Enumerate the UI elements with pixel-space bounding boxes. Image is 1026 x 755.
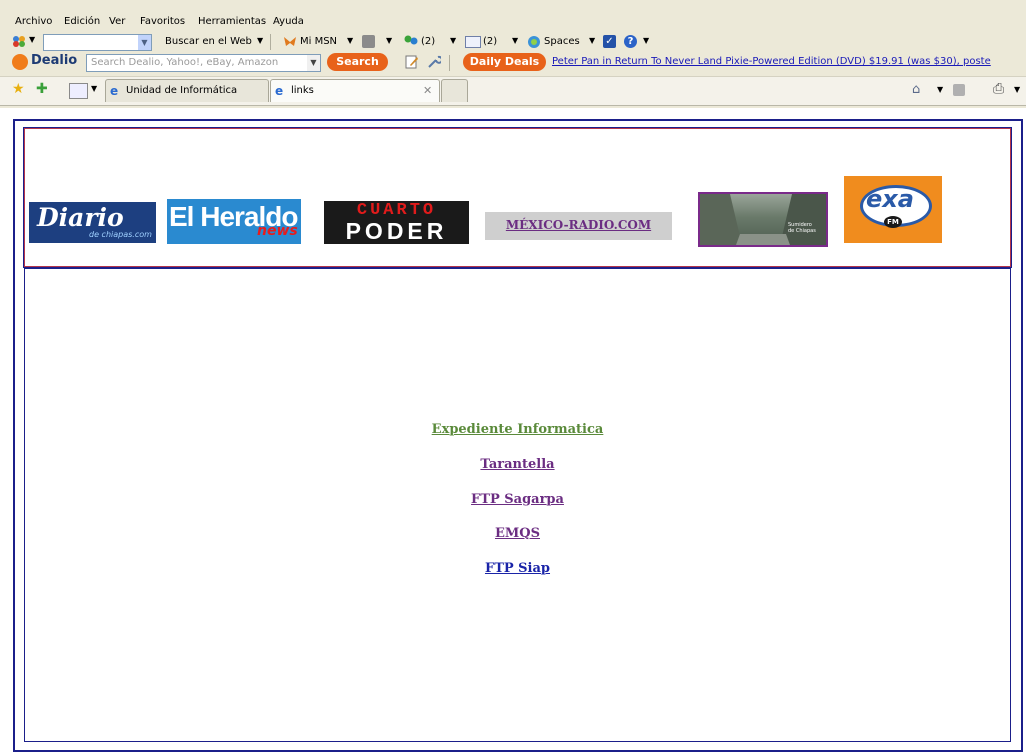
diario-logo-text: Diario bbox=[37, 203, 124, 232]
chevron-down-icon[interactable]: ▼ bbox=[138, 35, 151, 50]
chevron-down-icon[interactable]: ▼ bbox=[257, 36, 263, 45]
msn-toolbar: ▼ ▼ Buscar en el Web ▼ Mi MSN ▼ ▼ (2) ▼ … bbox=[0, 31, 1026, 53]
chevron-down-icon[interactable]: ▼ bbox=[91, 84, 97, 93]
help-icon[interactable]: ? bbox=[624, 35, 637, 48]
feeds-icon[interactable] bbox=[953, 84, 965, 96]
chevron-down-icon[interactable]: ▼ bbox=[643, 36, 649, 45]
logo-banner-frame: Diario de chiapas.com El Heraldo news CU… bbox=[23, 127, 1012, 268]
mexico-radio-link[interactable]: MÉXICO-RADIO.COM bbox=[485, 212, 672, 240]
browser-chrome: Archivo Edición Ver Favoritos Herramient… bbox=[0, 0, 1026, 108]
search-web-button[interactable]: Buscar en el Web bbox=[165, 36, 252, 47]
links-frame: Expediente Informatica Tarantella FTP Sa… bbox=[24, 268, 1011, 742]
menu-edicion[interactable]: Edición bbox=[64, 16, 100, 27]
link-ftp-siap[interactable]: FTP Siap bbox=[25, 561, 1010, 576]
add-favorites-icon[interactable]: ✚ bbox=[36, 81, 48, 97]
checkbox-icon[interactable]: ✓ bbox=[603, 35, 616, 48]
page-frame: Diario de chiapas.com El Heraldo news CU… bbox=[13, 119, 1023, 752]
chevron-down-icon[interactable]: ▼ bbox=[29, 35, 35, 44]
print-icon[interactable]: ⎙ bbox=[993, 81, 1004, 97]
tab-label: Unidad de Informática bbox=[126, 85, 238, 96]
dealio-search-placeholder: Search Dealio, Yahoo!, eBay, Amazon bbox=[91, 57, 279, 68]
tab-links[interactable]: e links ✕ bbox=[270, 79, 440, 102]
canyon-caption: Sumidero de Chiapas bbox=[788, 222, 816, 234]
mexico-radio-text: MÉXICO-RADIO.COM bbox=[505, 218, 652, 232]
new-tab-button[interactable] bbox=[441, 79, 468, 102]
link-expediente-informatica[interactable]: Expediente Informatica bbox=[25, 422, 1010, 437]
menu-bar: Archivo Edición Ver Favoritos Herramient… bbox=[0, 14, 1026, 31]
home-icon[interactable]: ⌂ bbox=[912, 82, 920, 97]
dealio-search-input[interactable]: Search Dealio, Yahoo!, eBay, Amazon ▼ bbox=[86, 54, 321, 72]
msn-butterfly-icon bbox=[283, 35, 297, 48]
chevron-down-icon[interactable]: ▼ bbox=[307, 55, 320, 71]
wrench-icon[interactable] bbox=[427, 55, 443, 69]
chevron-down-icon[interactable]: ▼ bbox=[589, 36, 595, 45]
toolbar-separator bbox=[270, 34, 271, 50]
contacts-count[interactable]: (2) bbox=[421, 36, 435, 47]
sumidero-canyon-image-link[interactable]: Sumidero de Chiapas bbox=[698, 192, 828, 247]
contacts-icon[interactable] bbox=[403, 34, 419, 49]
mail-icon[interactable] bbox=[465, 36, 481, 48]
el-heraldo-logo-link[interactable]: El Heraldo news bbox=[167, 199, 301, 244]
menu-herramientas[interactable]: Herramientas bbox=[198, 16, 266, 27]
canyon-photo bbox=[700, 194, 826, 245]
chevron-down-icon[interactable]: ▼ bbox=[347, 36, 353, 45]
menu-favoritos[interactable]: Favoritos bbox=[140, 16, 185, 27]
msn-search-combo[interactable]: ▼ bbox=[43, 34, 152, 51]
menu-ver[interactable]: Ver bbox=[109, 16, 125, 27]
chevron-down-icon[interactable]: ▼ bbox=[1014, 85, 1020, 94]
diario-logo-sub: de chiapas.com bbox=[89, 230, 152, 239]
chevron-down-icon[interactable]: ▼ bbox=[937, 85, 943, 94]
chevron-down-icon[interactable]: ▼ bbox=[386, 36, 392, 45]
quick-tabs-icon[interactable] bbox=[69, 83, 88, 99]
msn-butterfly-icon[interactable] bbox=[12, 34, 26, 48]
heraldo-logo-sub: news bbox=[257, 223, 298, 239]
spaces-button[interactable]: Spaces bbox=[544, 36, 580, 47]
toolbar-separator bbox=[449, 55, 450, 71]
menu-ayuda[interactable]: Ayuda bbox=[273, 16, 304, 27]
cuarto-poder-logo-link[interactable]: CUARTO PODER bbox=[324, 201, 469, 244]
dealio-toolbar: Dealio Search Dealio, Yahoo!, eBay, Amaz… bbox=[0, 52, 1026, 74]
favorites-star-icon[interactable]: ★ bbox=[12, 81, 25, 97]
tab-unidad-informatica[interactable]: e Unidad de Informática bbox=[105, 79, 269, 102]
menu-archivo[interactable]: Archivo bbox=[15, 16, 52, 27]
tab-label: links bbox=[291, 85, 314, 96]
chevron-down-icon[interactable]: ▼ bbox=[512, 36, 518, 45]
spaces-icon[interactable] bbox=[526, 34, 542, 49]
poder-logo-text: PODER bbox=[345, 218, 448, 244]
mimsn-button[interactable]: Mi MSN bbox=[300, 36, 337, 47]
mail-count[interactable]: (2) bbox=[483, 36, 497, 47]
dealio-logo-icon bbox=[12, 54, 28, 70]
link-emqs[interactable]: EMQS bbox=[25, 526, 1010, 541]
diario-chiapas-logo-link[interactable]: Diario de chiapas.com bbox=[29, 202, 156, 243]
daily-deals-button[interactable]: Daily Deals bbox=[463, 53, 546, 71]
dealio-brand: Dealio bbox=[31, 53, 78, 68]
exa-fm-badge: FM bbox=[884, 216, 902, 228]
chevron-down-icon[interactable]: ▼ bbox=[450, 36, 456, 45]
edit-icon[interactable] bbox=[405, 55, 419, 69]
tab-bar: ★ ✚ ▼ e Unidad de Informática e links ✕ … bbox=[0, 76, 1026, 106]
dealio-search-button[interactable]: Search bbox=[327, 53, 388, 71]
deal-ticker-link[interactable]: Peter Pan in Return To Never Land Pixie-… bbox=[552, 56, 991, 67]
link-ftp-sagarpa[interactable]: FTP Sagarpa bbox=[25, 492, 1010, 507]
exa-fm-logo-link[interactable]: exa FM bbox=[844, 176, 942, 243]
exa-logo-text: exa bbox=[866, 185, 914, 213]
link-tarantella[interactable]: Tarantella bbox=[25, 457, 1010, 472]
rss-icon[interactable] bbox=[362, 35, 375, 48]
ie-page-icon: e bbox=[275, 84, 284, 98]
ie-page-icon: e bbox=[110, 84, 119, 98]
close-tab-icon[interactable]: ✕ bbox=[423, 84, 432, 97]
